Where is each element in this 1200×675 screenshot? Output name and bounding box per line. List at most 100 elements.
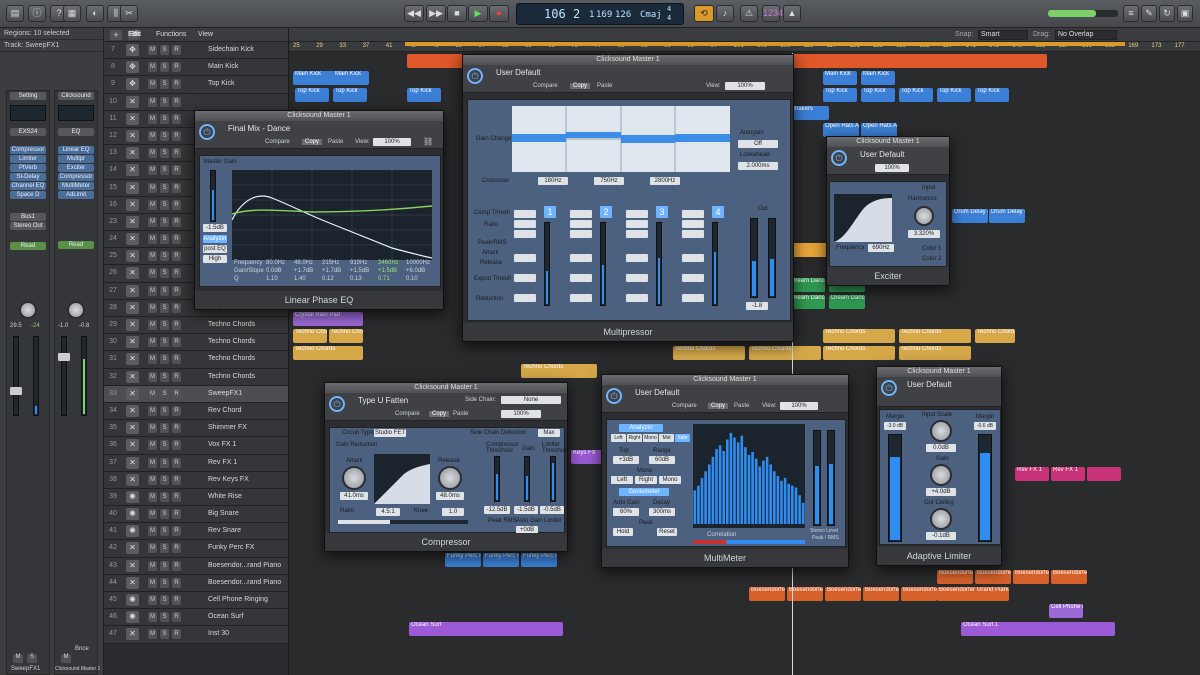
mute-button[interactable]: M [148, 199, 157, 210]
solo-button[interactable]: S [160, 629, 169, 640]
band-param[interactable] [682, 274, 704, 282]
preset-select[interactable]: User Default [860, 150, 904, 159]
instrument-icon[interactable]: ✕ [126, 319, 139, 331]
record-enable-button[interactable]: R [172, 629, 181, 640]
mute-button[interactable]: M [148, 165, 157, 176]
window-title[interactable]: Clicksound Master 1 [827, 137, 949, 147]
compare-button[interactable]: Compare [533, 83, 558, 89]
frequency-value[interactable]: 690Hz [868, 244, 894, 252]
compare-button[interactable]: Compare [395, 411, 420, 417]
region[interactable]: Funky Perc F [445, 552, 481, 567]
record-enable-button[interactable]: R [172, 595, 181, 605]
editors-icon[interactable]: ✂ [120, 5, 138, 22]
power-icon[interactable]: ⏻ [199, 124, 215, 140]
smart-controls-icon[interactable]: ◐ [86, 5, 104, 22]
link-icon[interactable]: ⛓ [423, 137, 433, 146]
record-enable-button[interactable]: R [172, 371, 181, 382]
instrument-icon[interactable]: ✕ [126, 542, 139, 555]
region[interactable]: Open Hats A [861, 122, 897, 137]
region[interactable]: Dream Dancers [829, 294, 865, 309]
bounce-button[interactable]: Bnce [75, 646, 89, 652]
track-row[interactable]: 40 ✺ M S R Big Snare [104, 506, 288, 524]
solo-button[interactable]: S [160, 216, 169, 227]
solo-button[interactable]: S [160, 560, 169, 571]
solo-button[interactable]: S [160, 595, 169, 605]
track-row[interactable]: 9 ✥ M S R Top Kick [104, 76, 288, 94]
band-param[interactable] [626, 220, 648, 228]
track-row[interactable]: 29 ✕ M S R Techno Chords [104, 317, 288, 335]
region[interactable]: Top Kick [937, 88, 971, 103]
solo-button[interactable]: S [160, 199, 169, 210]
eq-band-value[interactable]: 80.0Hz [266, 260, 285, 266]
region[interactable]: Top Kick [899, 88, 933, 103]
band-param[interactable] [570, 254, 592, 262]
solo-button[interactable]: S [160, 182, 169, 193]
mono-button[interactable]: Mono [659, 476, 681, 484]
region[interactable]: Boesendorfer [749, 587, 785, 602]
track-name[interactable]: Main Kick [208, 63, 238, 70]
solo-button[interactable]: S [160, 62, 169, 73]
region[interactable]: Top Kick [295, 88, 329, 103]
volume-fader-handle[interactable] [58, 353, 70, 361]
mute-button[interactable]: M [148, 543, 157, 554]
track-name[interactable]: Techno Chords [208, 338, 255, 345]
harmonics-knob[interactable] [914, 206, 934, 226]
band-param[interactable] [626, 210, 648, 218]
analyzer-mode-button[interactable]: Mid [659, 434, 674, 442]
master-gain-value[interactable]: -1.5dB [203, 224, 227, 232]
solo-button[interactable]: S [160, 371, 169, 382]
attack-value[interactable]: 41.0ms [340, 492, 368, 500]
transfer-graph[interactable] [374, 454, 430, 504]
track-name[interactable]: Big Snare [208, 510, 239, 517]
analyzer-mode[interactable]: post EQ [203, 245, 227, 253]
mute-button[interactable]: M [148, 526, 157, 537]
instrument-slot[interactable]: EXS24 [10, 128, 46, 136]
preset-select[interactable]: Final Mix - Dance [228, 124, 290, 133]
mute-button[interactable]: M [148, 337, 157, 348]
eq-band-value[interactable]: 0.0dB [266, 268, 282, 274]
record-enable-button[interactable]: R [172, 165, 181, 176]
track-row[interactable]: 43 ✕ M S R Boesendor...rand Piano [104, 557, 288, 575]
mute-button[interactable]: M [148, 560, 157, 571]
power-icon[interactable]: ⏻ [467, 68, 483, 84]
track-name[interactable]: Rev Snare [208, 527, 241, 534]
out-ceiling-value[interactable]: -0.1dB [926, 532, 956, 540]
solo-button[interactable]: S [160, 45, 169, 55]
region[interactable] [1087, 466, 1121, 481]
track-row[interactable]: 34 ✕ M S R Rev Chord [104, 402, 288, 421]
analyzer-button[interactable]: Analyzer [619, 424, 663, 432]
knee-value[interactable]: 1.0 [442, 508, 464, 516]
play-button[interactable]: ▶ [468, 5, 488, 22]
band-param[interactable] [626, 294, 648, 302]
mute-button[interactable]: M [148, 96, 157, 107]
track-row[interactable]: 42 ✕ M S R Funky Perc FX [104, 540, 288, 558]
release-knob[interactable] [438, 466, 462, 490]
add-track-icon[interactable]: + [110, 30, 122, 40]
instrument-icon[interactable]: ✺ [126, 594, 139, 606]
input-scale-knob[interactable] [930, 420, 952, 442]
solo-button[interactable]: S [160, 612, 169, 623]
limiter-slider[interactable] [550, 456, 556, 502]
region[interactable]: Drum Delay F [989, 208, 1025, 223]
insert-slot[interactable]: Exciter [58, 164, 94, 172]
gain-slider[interactable] [524, 456, 530, 502]
record-button[interactable]: ● [489, 5, 509, 22]
solo-button[interactable]: S [160, 285, 169, 296]
region[interactable]: Boesendorfer [937, 570, 973, 584]
instrument-icon[interactable]: ✕ [126, 456, 139, 469]
mute-button[interactable]: M [148, 354, 157, 365]
mute-button[interactable]: M [148, 577, 157, 588]
paste-button[interactable]: Paste [453, 411, 468, 417]
track-label[interactable]: Track: SweepFX1 [0, 40, 103, 52]
analyzer-mode-button[interactable]: Right [627, 434, 642, 442]
mute-button[interactable]: M [148, 457, 157, 468]
mute-button[interactable]: M [148, 216, 157, 227]
record-enable-button[interactable]: R [172, 577, 181, 588]
instrument-icon[interactable]: ✺ [126, 490, 139, 503]
window-title[interactable]: Clicksound Master 1 [195, 111, 443, 121]
instrument-icon[interactable]: ✕ [126, 559, 139, 572]
track-row[interactable]: 37 ✕ M S R Rev FX 1 [104, 454, 288, 472]
preset-select[interactable]: User Default [635, 388, 679, 397]
record-enable-button[interactable]: R [172, 474, 181, 485]
insert-slot[interactable]: Limiter [10, 155, 46, 163]
